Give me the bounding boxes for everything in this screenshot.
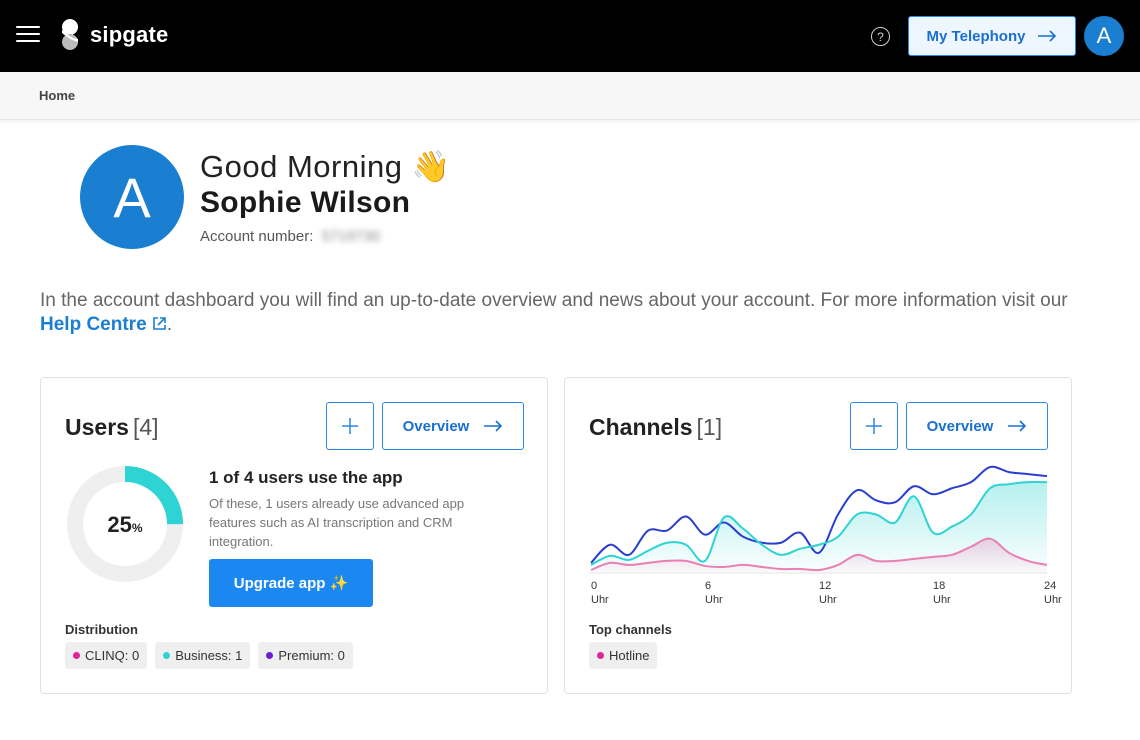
chip-business: Business: 1 [155, 642, 251, 669]
x-tick-label: 0 [591, 580, 597, 592]
waving-hand-icon: 👋 [411, 149, 451, 184]
breadcrumb-bar: Home [0, 72, 1140, 120]
channels-card: Channels [1] Overview 0 Uhr 6 Uhr 12 Uhr 18 Uhr 2… [564, 377, 1072, 694]
channels-card-title: Channels [1] [589, 414, 722, 441]
chip-premium: Premium: 0 [258, 642, 353, 669]
donut-percent-label: 25% [65, 512, 185, 538]
chip-clinq: CLINQ: 0 [65, 642, 148, 669]
status-dot [73, 652, 80, 659]
account-number-value: 5719730 [321, 228, 380, 245]
users-card-title: Users [4] [65, 414, 159, 441]
add-channel-button[interactable] [850, 402, 898, 450]
top-channels-chips: Hotline [589, 642, 658, 669]
avatar-letter: A [1096, 23, 1112, 48]
channel-activity-chart: 0 Uhr 6 Uhr 12 Uhr 18 Uhr 24 Uhr [589, 465, 1062, 606]
greeting-label: Good Morning [200, 149, 403, 184]
breadcrumb-home-link[interactable]: Home [39, 88, 75, 103]
x-tick-label: 18 [933, 580, 945, 592]
account-number-label: Account number: [200, 228, 314, 245]
users-title-label: Users [65, 414, 129, 440]
distribution-label: Distribution [65, 622, 138, 637]
x-tick-unit: Uhr [591, 594, 609, 606]
external-link-icon [153, 317, 166, 330]
intro-text: In the account dashboard you will find a… [40, 290, 1068, 311]
hamburger-menu-icon[interactable] [16, 26, 40, 46]
x-tick-label: 24 [1044, 580, 1056, 592]
brand-logo[interactable]: sipgate [58, 18, 168, 52]
help-question-icon[interactable]: ? [871, 27, 890, 46]
my-telephony-label: My Telephony [926, 27, 1026, 45]
arrow-right-icon [1008, 420, 1027, 432]
chip-label: Business: 1 [175, 648, 243, 663]
sipgate-logo-icon [62, 19, 78, 50]
users-overview-button[interactable]: Overview [382, 402, 524, 450]
channels-overview-label: Overview [926, 417, 994, 435]
channels-title-label: Channels [589, 414, 693, 440]
user-full-name: Sophie Wilson [200, 186, 411, 219]
profile-avatar: A [80, 145, 184, 249]
x-tick-unit: Uhr [705, 594, 723, 606]
help-glyph: ? [877, 29, 884, 44]
status-dot [163, 652, 171, 659]
greeting-text: Good Morning 👋 [200, 148, 451, 185]
channels-overview-button[interactable]: Overview [906, 402, 1048, 450]
brand-name: sipgate [90, 22, 169, 47]
x-tick-unit: Uhr [933, 594, 951, 606]
chip-label: Hotline [609, 648, 650, 663]
x-axis-ticks: 0 Uhr 6 Uhr 12 Uhr 18 Uhr 24 Uhr [591, 580, 1062, 606]
chip-hotline[interactable]: Hotline [589, 642, 658, 669]
arrow-right-icon [484, 420, 503, 432]
intro-text-end: . [166, 314, 173, 335]
donut-unit: % [131, 521, 143, 535]
chip-label: Premium: 0 [278, 648, 345, 663]
status-dot [266, 652, 274, 659]
donut-value: 25 [107, 512, 132, 537]
intro-paragraph: In the account dashboard you will find a… [40, 289, 1100, 337]
users-overview-label: Overview [402, 417, 470, 435]
arrow-right-icon [1038, 30, 1057, 42]
add-user-button[interactable] [326, 402, 374, 450]
upgrade-app-button[interactable]: Upgrade app ✨ [209, 559, 373, 607]
profile-avatar-letter: A [113, 165, 151, 229]
my-telephony-button[interactable]: My Telephony [908, 16, 1076, 56]
account-number-row: Account number: 5719730 [200, 228, 380, 245]
x-tick-label: 6 [705, 580, 711, 592]
channels-count: [1] [696, 414, 723, 440]
help-centre-link-label: Help Centre [40, 314, 147, 335]
status-dot [597, 652, 604, 659]
help-centre-link[interactable]: Help Centre [40, 314, 167, 335]
x-tick-label: 12 [819, 580, 831, 592]
top-navigation-bar: sipgate ? My Telephony A [0, 0, 1140, 72]
chip-label: CLINQ: 0 [85, 648, 140, 663]
distribution-chips: CLINQ: 0 Business: 1 Premium: 0 [65, 642, 353, 669]
users-count: [4] [132, 414, 159, 440]
plus-icon [342, 418, 358, 434]
plus-icon [866, 418, 882, 434]
top-channels-label: Top channels [589, 622, 672, 637]
user-avatar-button[interactable]: A [1084, 16, 1124, 56]
chart-areas [591, 482, 1047, 573]
x-tick-unit: Uhr [1044, 594, 1062, 606]
app-usage-title: 1 of 4 users use the app [209, 468, 403, 487]
users-card: Users [4] Overview 25% 1 of 4 users use t… [40, 377, 548, 694]
app-usage-description: Of these, 1 users already use advanced a… [209, 496, 465, 549]
x-tick-unit: Uhr [819, 594, 837, 606]
